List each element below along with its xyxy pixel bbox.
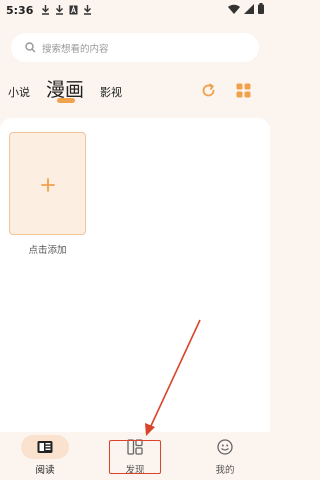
- nav-label-discover: 发现: [125, 465, 145, 476]
- wifi-icon: [228, 4, 240, 17]
- discover-icon: [127, 439, 143, 455]
- category-tabs: 小说 漫画 影视: [0, 74, 270, 108]
- battery-icon: [258, 3, 264, 17]
- nav-label-mine: 我的: [215, 465, 235, 476]
- nav-item-read[interactable]: 阅读: [0, 432, 90, 480]
- download-icon: [55, 5, 64, 15]
- download-icon: [41, 5, 50, 15]
- status-notification-icons: [41, 5, 92, 15]
- refresh-icon[interactable]: [201, 83, 216, 98]
- grid-icon[interactable]: [236, 83, 251, 98]
- active-tab-indicator: [57, 98, 75, 103]
- bottom-navigation: 阅读 发现 我的: [0, 432, 270, 480]
- book-icon: [37, 439, 53, 455]
- a-box-icon: [69, 5, 78, 15]
- add-item-label: 点击添加: [28, 245, 67, 256]
- download-icon: [83, 5, 92, 15]
- plus-icon: [40, 177, 55, 192]
- search-bar[interactable]: 搜索想看的内容: [11, 33, 259, 62]
- tab-novel[interactable]: 小说: [8, 84, 30, 100]
- status-bar: 5:36: [0, 0, 270, 20]
- add-item-card[interactable]: [9, 132, 86, 235]
- bookshelf-panel: 点击添加: [0, 118, 270, 432]
- tab-video[interactable]: 影视: [100, 84, 122, 100]
- profile-icon: [217, 439, 233, 455]
- status-system-icons: [228, 3, 264, 17]
- nav-item-discover[interactable]: 发现: [90, 432, 180, 480]
- search-placeholder: 搜索想看的内容: [42, 43, 109, 55]
- status-time: 5:36: [6, 3, 34, 17]
- search-icon: [25, 42, 36, 53]
- nav-item-mine[interactable]: 我的: [180, 432, 270, 480]
- signal-icon: [244, 3, 254, 17]
- nav-label-read: 阅读: [35, 465, 55, 476]
